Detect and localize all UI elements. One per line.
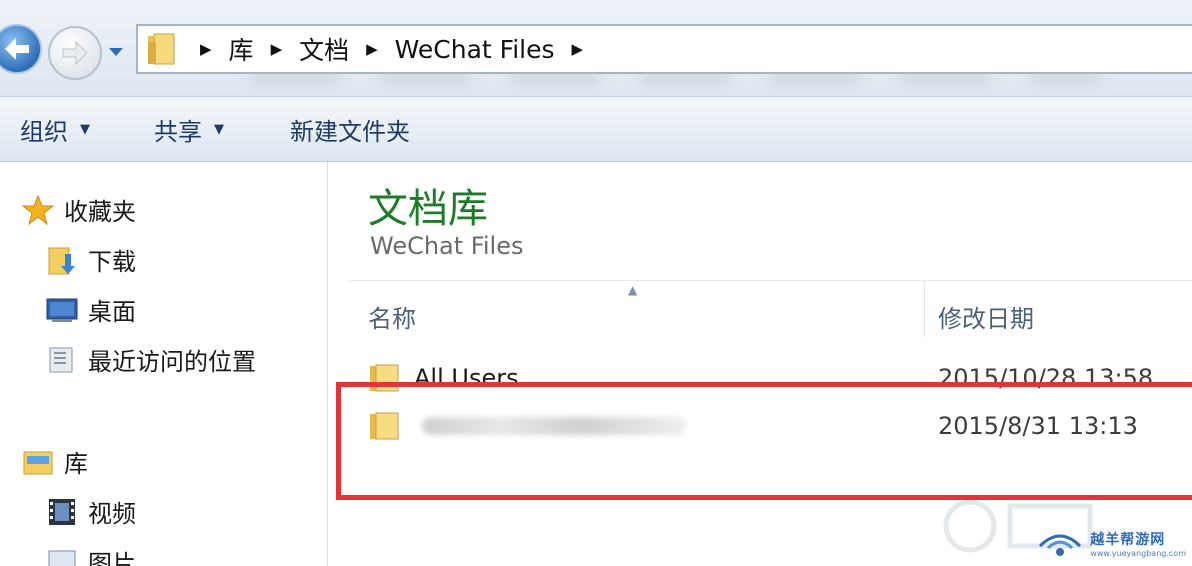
- recent-places-icon: [46, 344, 78, 376]
- sort-ascending-icon: ▲: [628, 283, 638, 297]
- forward-button[interactable]: [48, 26, 102, 80]
- organize-button[interactable]: 组织 ▼: [20, 112, 90, 147]
- nav-item-pictures[interactable]: 图片: [46, 544, 136, 566]
- chevron-down-icon: ▼: [214, 121, 224, 137]
- downloads-folder-icon: [46, 244, 78, 276]
- command-bar: 组织 ▼ 共享 ▼ 新建文件夹: [0, 96, 1192, 162]
- nav-item-desktop[interactable]: 桌面: [46, 292, 136, 327]
- breadcrumb-chevron-icon[interactable]: ▶: [366, 40, 378, 58]
- highlight-box: [336, 382, 1192, 500]
- back-arrow-icon: [5, 38, 29, 60]
- forward-arrow-icon: [62, 40, 88, 66]
- breadcrumb-libraries[interactable]: 库: [229, 31, 254, 67]
- folder-icon: [148, 33, 175, 65]
- nav-item-downloads[interactable]: 下载: [46, 242, 136, 277]
- new-folder-label: 新建文件夹: [290, 117, 410, 146]
- nav-item-label: 桌面: [88, 298, 136, 326]
- star-icon: [22, 194, 54, 226]
- column-header-row: ▲ 名称 修改日期: [350, 280, 1192, 337]
- nav-item-label: 下载: [88, 248, 136, 276]
- address-bar-area: ▶ 库 ▶ 文档 ▶ WeChat Files ▶: [0, 0, 1192, 96]
- column-header-name[interactable]: 名称: [368, 299, 416, 334]
- video-icon: [46, 496, 78, 528]
- nav-favorites-label: 收藏夹: [64, 198, 136, 226]
- share-button[interactable]: 共享 ▼: [154, 112, 224, 147]
- nav-libraries-label: 库: [64, 450, 88, 478]
- watermark-url: www.yueyangbang.com: [1090, 548, 1186, 558]
- share-label: 共享: [154, 117, 202, 146]
- column-header-date-modified[interactable]: 修改日期: [938, 299, 1034, 334]
- watermark-logo-icon: [1039, 534, 1082, 556]
- navigation-pane: 收藏夹 下载 桌面 最近访问的位置 库 视频 图片: [0, 162, 328, 566]
- nav-item-label: 最近访问的位置: [88, 348, 256, 376]
- breadcrumb-chevron-icon[interactable]: ▶: [572, 40, 584, 58]
- recent-pages-dropdown[interactable]: [108, 43, 124, 62]
- library-icon: [22, 446, 54, 478]
- breadcrumb-chevron-icon[interactable]: ▶: [271, 40, 283, 58]
- breadcrumb-chevron-icon[interactable]: ▶: [200, 40, 212, 58]
- nav-libraries[interactable]: 库: [22, 444, 88, 479]
- back-button[interactable]: [0, 24, 42, 74]
- watermark: 越羊帮游网 www.yueyangbang.com: [1036, 526, 1186, 560]
- nav-favorites[interactable]: 收藏夹: [22, 192, 136, 227]
- breadcrumb-wechat-files[interactable]: WeChat Files: [395, 35, 555, 64]
- breadcrumb-documents[interactable]: 文档: [299, 31, 349, 67]
- chevron-down-icon: ▼: [80, 121, 90, 137]
- desktop-icon: [46, 294, 78, 326]
- nav-item-label: 图片: [88, 550, 136, 566]
- organize-label: 组织: [20, 117, 68, 146]
- column-divider[interactable]: [924, 281, 925, 337]
- new-folder-button[interactable]: 新建文件夹: [290, 112, 410, 147]
- pictures-icon: [46, 546, 78, 566]
- nav-item-recent-places[interactable]: 最近访问的位置: [46, 342, 256, 377]
- library-title: 文档库: [368, 186, 488, 232]
- nav-item-videos[interactable]: 视频: [46, 494, 136, 529]
- nav-item-label: 视频: [88, 500, 136, 528]
- watermark-text: 越羊帮游网: [1090, 531, 1166, 548]
- address-box[interactable]: ▶ 库 ▶ 文档 ▶ WeChat Files ▶: [136, 24, 1192, 74]
- chevron-down-icon: [109, 48, 123, 56]
- library-subtitle: WeChat Files: [370, 232, 524, 260]
